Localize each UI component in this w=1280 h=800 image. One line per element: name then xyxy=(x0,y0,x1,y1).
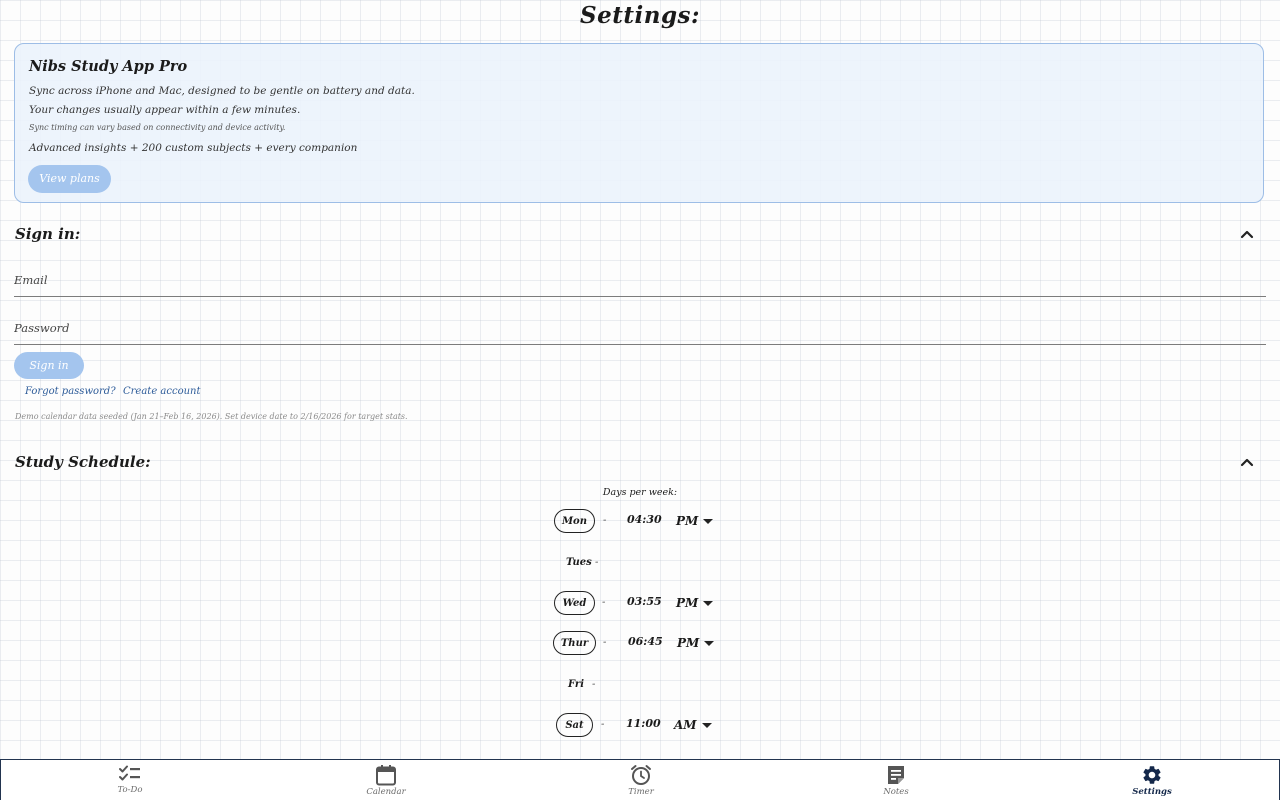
day-toggle-tues[interactable]: Tues xyxy=(566,551,592,575)
tab-label-notes: Notes xyxy=(883,787,909,797)
study-schedule-heading: Study Schedule: xyxy=(15,453,151,471)
tab-notes[interactable]: Notes xyxy=(768,762,1024,800)
dropdown-caret-icon xyxy=(703,519,714,524)
schedule-row-tues: Tues - xyxy=(0,551,1280,579)
tab-label-calendar: Calendar xyxy=(366,787,406,797)
dropdown-caret-icon xyxy=(703,601,714,606)
day-toggle-wed[interactable]: Wed xyxy=(554,591,595,615)
schedule-row-wed: Wed - 03:55 PM xyxy=(0,591,1280,619)
pro-card-title: Nibs Study App Pro xyxy=(29,58,188,75)
time-input-thur[interactable]: 06:45 xyxy=(628,631,663,653)
ampm-value: PM xyxy=(676,514,699,528)
email-field[interactable] xyxy=(14,266,1266,297)
note-icon xyxy=(888,766,904,784)
dropdown-caret-icon xyxy=(704,641,715,646)
time-input-mon[interactable]: 04:30 xyxy=(627,509,662,531)
email-input[interactable] xyxy=(14,266,1266,294)
ampm-value: AM xyxy=(674,718,697,732)
pro-card-features-text: Advanced insights + 200 custom subjects … xyxy=(29,142,358,154)
day-toggle-fri[interactable]: Fri xyxy=(568,673,584,697)
day-toggle-sat[interactable]: Sat xyxy=(556,713,593,737)
tab-label-timer: Timer xyxy=(628,787,654,797)
tab-label-todo: To-Do xyxy=(117,785,143,795)
password-input[interactable] xyxy=(14,314,1266,342)
day-separator: - xyxy=(603,515,607,526)
view-plans-button[interactable]: View plans xyxy=(28,165,111,193)
sign-in-button[interactable]: Sign in xyxy=(14,352,84,379)
create-account-link[interactable]: Create account xyxy=(123,386,201,397)
day-toggle-thur[interactable]: Thur xyxy=(553,631,596,655)
tab-todo[interactable]: To-Do xyxy=(2,762,258,800)
tab-timer[interactable]: Timer xyxy=(513,762,769,800)
schedule-row-fri: Fri - xyxy=(0,673,1280,701)
day-separator: - xyxy=(603,637,607,648)
pro-plan-card: Nibs Study App Pro Sync across iPhone an… xyxy=(14,43,1264,203)
gear-icon xyxy=(1143,766,1161,784)
bottom-tab-bar: To-Do Calendar Timer Notes Settings xyxy=(0,759,1280,800)
time-input-sat[interactable]: 11:00 xyxy=(626,713,661,735)
pro-card-timing-note: Sync timing can vary based on connectivi… xyxy=(29,123,286,132)
sign-in-heading: Sign in: xyxy=(15,225,81,243)
checklist-icon xyxy=(119,765,140,781)
page-title: Settings: xyxy=(580,2,700,29)
day-separator: - xyxy=(602,597,606,608)
days-per-week-label: Days per week: xyxy=(602,487,678,498)
forgot-password-link[interactable]: Forgot password? xyxy=(25,386,116,397)
schedule-row-mon: Mon - 04:30 PM xyxy=(0,509,1280,537)
collapse-schedule-chevron-up-icon[interactable] xyxy=(1238,454,1256,472)
ampm-select-sat[interactable]: AM xyxy=(674,713,712,737)
calendar-icon xyxy=(376,765,396,786)
demo-data-note: Demo calendar data seeded (Jan 21–Feb 16… xyxy=(15,412,408,421)
pro-card-sync-text: Sync across iPhone and Mac, designed to … xyxy=(29,85,415,97)
dropdown-caret-icon xyxy=(701,723,712,728)
day-separator: - xyxy=(592,679,596,690)
ampm-value: PM xyxy=(676,596,699,610)
collapse-sign-in-chevron-up-icon[interactable] xyxy=(1238,226,1256,244)
alarm-clock-icon xyxy=(631,765,651,785)
day-separator: - xyxy=(601,719,605,730)
ampm-select-thur[interactable]: PM xyxy=(677,631,715,655)
schedule-row-sat: Sat - 11:00 AM xyxy=(0,713,1280,741)
time-input-wed[interactable]: 03:55 xyxy=(627,591,662,613)
pro-card-changes-text: Your changes usually appear within a few… xyxy=(29,104,301,116)
schedule-row-thur: Thur - 06:45 PM xyxy=(0,631,1280,659)
tab-settings[interactable]: Settings xyxy=(1024,762,1280,800)
day-toggle-mon[interactable]: Mon xyxy=(554,509,595,533)
ampm-select-mon[interactable]: PM xyxy=(676,509,714,533)
tab-calendar[interactable]: Calendar xyxy=(258,762,514,800)
ampm-select-wed[interactable]: PM xyxy=(676,591,714,615)
password-field[interactable] xyxy=(14,314,1266,345)
ampm-value: PM xyxy=(677,636,700,650)
tab-label-settings: Settings xyxy=(1132,787,1172,797)
day-separator: - xyxy=(595,557,599,568)
